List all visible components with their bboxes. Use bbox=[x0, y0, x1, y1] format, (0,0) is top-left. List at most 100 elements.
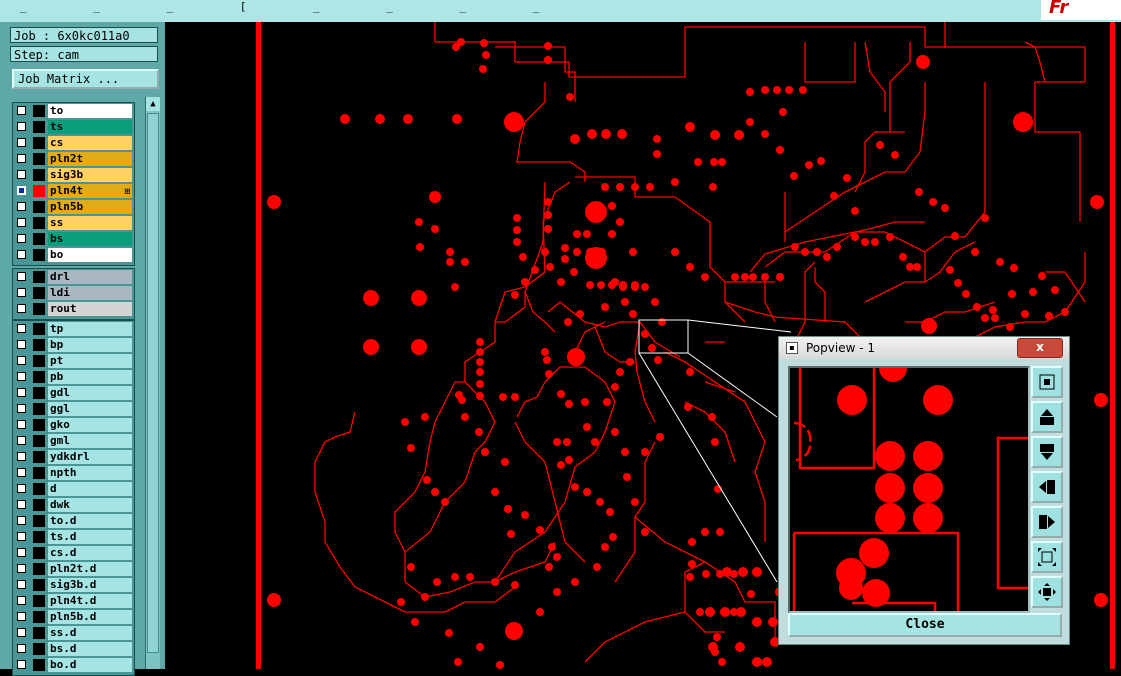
layer-name[interactable]: pln5b.d bbox=[48, 610, 132, 624]
layer-name[interactable]: cs bbox=[48, 136, 132, 150]
layer-checkbox[interactable] bbox=[17, 404, 26, 413]
layer-row-pln2t[interactable]: pln2t bbox=[13, 151, 134, 167]
layer-row-drl[interactable]: drl bbox=[13, 269, 134, 285]
layer-color-swatch[interactable] bbox=[33, 563, 45, 575]
layer-row-tp[interactable]: tp bbox=[13, 321, 134, 337]
layer-color-swatch[interactable] bbox=[33, 339, 45, 351]
layer-name[interactable]: rout bbox=[48, 302, 132, 316]
layer-name[interactable]: pln4t ⊞ bbox=[48, 184, 132, 198]
layer-color-swatch[interactable] bbox=[33, 169, 45, 181]
layer-color-swatch[interactable] bbox=[33, 233, 45, 245]
layer-color-swatch[interactable] bbox=[33, 419, 45, 431]
layer-checkbox[interactable] bbox=[17, 372, 26, 381]
layer-checkbox[interactable] bbox=[17, 596, 26, 605]
layer-name[interactable]: bo bbox=[48, 248, 132, 262]
layer-checkbox[interactable] bbox=[17, 138, 26, 147]
layer-row-pb[interactable]: pb bbox=[13, 369, 134, 385]
layer-checkbox[interactable] bbox=[17, 644, 26, 653]
layer-checkbox[interactable] bbox=[17, 234, 26, 243]
layer-color-swatch[interactable] bbox=[33, 451, 45, 463]
layer-row-ggl[interactable]: ggl bbox=[13, 401, 134, 417]
layer-checkbox[interactable] bbox=[17, 484, 26, 493]
layer-row-gdl[interactable]: gdl bbox=[13, 385, 134, 401]
layer-checkbox[interactable] bbox=[17, 218, 26, 227]
layer-row-gko[interactable]: gko bbox=[13, 417, 134, 433]
layer-name[interactable]: pln4t.d bbox=[48, 594, 132, 608]
layer-color-swatch[interactable] bbox=[33, 185, 45, 197]
layer-checkbox[interactable] bbox=[17, 468, 26, 477]
layer-name[interactable]: bp bbox=[48, 338, 132, 352]
layer-name[interactable]: tp bbox=[48, 322, 132, 336]
layer-color-swatch[interactable] bbox=[33, 547, 45, 559]
layer-name[interactable]: gml bbox=[48, 434, 132, 448]
layer-row-sig3b[interactable]: sig3b bbox=[13, 167, 134, 183]
layer-row-rout[interactable]: rout bbox=[13, 301, 134, 317]
layer-checkbox[interactable] bbox=[17, 186, 26, 195]
layer-color-swatch[interactable] bbox=[33, 371, 45, 383]
layer-name[interactable]: ts bbox=[48, 120, 132, 134]
layer-color-swatch[interactable] bbox=[33, 303, 45, 315]
popview-title-bar[interactable]: ▪ Popview - 1 x bbox=[779, 337, 1069, 359]
layer-checkbox[interactable] bbox=[17, 122, 26, 131]
layer-color-swatch[interactable] bbox=[33, 249, 45, 261]
layer-checkbox[interactable] bbox=[17, 516, 26, 525]
layer-color-swatch[interactable] bbox=[33, 627, 45, 639]
layer-row-bo[interactable]: bo bbox=[13, 247, 134, 263]
layer-color-swatch[interactable] bbox=[33, 595, 45, 607]
layer-color-swatch[interactable] bbox=[33, 355, 45, 367]
layer-color-swatch[interactable] bbox=[33, 121, 45, 133]
layer-name[interactable]: bs bbox=[48, 232, 132, 246]
layer-checkbox[interactable] bbox=[17, 660, 26, 669]
layer-checkbox[interactable] bbox=[17, 288, 26, 297]
layer-row-pln4t[interactable]: pln4t ⊞ bbox=[13, 183, 134, 199]
layer-color-swatch[interactable] bbox=[33, 499, 45, 511]
layer-name[interactable]: pln2t bbox=[48, 152, 132, 166]
layer-checkbox[interactable] bbox=[17, 436, 26, 445]
layer-name[interactable]: ldi bbox=[48, 286, 132, 300]
layer-name[interactable]: ss.d bbox=[48, 626, 132, 640]
layer-checkbox[interactable] bbox=[17, 452, 26, 461]
layer-row-ydkdrl[interactable]: ydkdrl bbox=[13, 449, 134, 465]
layer-color-swatch[interactable] bbox=[33, 531, 45, 543]
layer-checkbox[interactable] bbox=[17, 106, 26, 115]
zoom-out-button[interactable] bbox=[1031, 541, 1063, 573]
layer-row-bs-d[interactable]: bs.d bbox=[13, 641, 134, 657]
layer-checkbox[interactable] bbox=[17, 324, 26, 333]
layer-name[interactable]: gko bbox=[48, 418, 132, 432]
layer-name[interactable]: sig3b.d bbox=[48, 578, 132, 592]
layer-name[interactable]: dwk bbox=[48, 498, 132, 512]
layer-checkbox[interactable] bbox=[17, 580, 26, 589]
layer-checkbox[interactable] bbox=[17, 250, 26, 259]
layer-name[interactable]: bo.d bbox=[48, 658, 132, 672]
layer-row-ss[interactable]: ss bbox=[13, 215, 134, 231]
layer-checkbox[interactable] bbox=[17, 564, 26, 573]
layer-checkbox[interactable] bbox=[17, 340, 26, 349]
layer-row-cs-d[interactable]: cs.d bbox=[13, 545, 134, 561]
zoom-fit-button[interactable] bbox=[1031, 366, 1063, 398]
layer-color-swatch[interactable] bbox=[33, 611, 45, 623]
layer-color-swatch[interactable] bbox=[33, 271, 45, 283]
layer-color-swatch[interactable] bbox=[33, 643, 45, 655]
layer-checkbox[interactable] bbox=[17, 628, 26, 637]
layer-name[interactable]: d bbox=[48, 482, 132, 496]
layer-checkbox[interactable] bbox=[17, 548, 26, 557]
layer-color-swatch[interactable] bbox=[33, 515, 45, 527]
popview-canvas[interactable] bbox=[788, 354, 1030, 613]
zoom-in-button[interactable] bbox=[1031, 576, 1063, 608]
layer-name[interactable]: pb bbox=[48, 370, 132, 384]
layer-color-swatch[interactable] bbox=[33, 403, 45, 415]
layer-color-swatch[interactable] bbox=[33, 483, 45, 495]
layer-checkbox[interactable] bbox=[17, 154, 26, 163]
layer-row-pln5b-d[interactable]: pln5b.d bbox=[13, 609, 134, 625]
layer-row-pt[interactable]: pt bbox=[13, 353, 134, 369]
layer-name[interactable]: ts.d bbox=[48, 530, 132, 544]
layer-row-d[interactable]: d bbox=[13, 481, 134, 497]
layer-name[interactable]: cs.d bbox=[48, 546, 132, 560]
layer-checkbox[interactable] bbox=[17, 612, 26, 621]
layer-row-pln2t-d[interactable]: pln2t.d bbox=[13, 561, 134, 577]
layer-row-sig3b-d[interactable]: sig3b.d bbox=[13, 577, 134, 593]
layer-color-swatch[interactable] bbox=[33, 217, 45, 229]
layer-checkbox[interactable] bbox=[17, 170, 26, 179]
layer-name[interactable]: ydkdrl bbox=[48, 450, 132, 464]
layer-name[interactable]: to bbox=[48, 104, 132, 118]
